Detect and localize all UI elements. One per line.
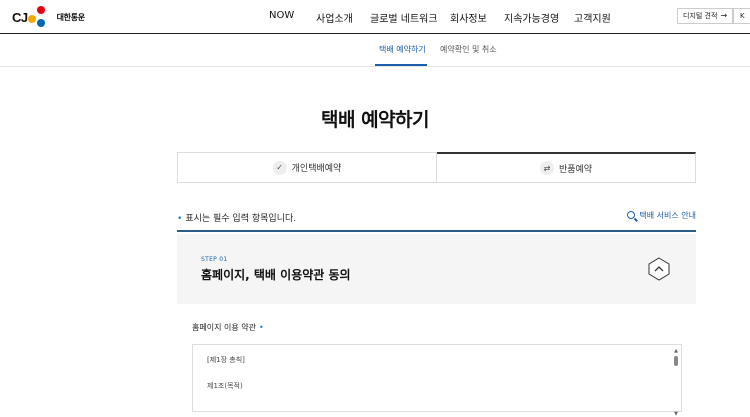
tab-parcel-reservation[interactable]: 택배 예약하기	[379, 44, 426, 55]
terms-label: 홈페이지 이용 약관 •	[192, 322, 264, 333]
nav-item-sustainability[interactable]: 지속가능경영	[504, 10, 559, 25]
nav-item-company[interactable]: 회사정보	[450, 10, 487, 25]
active-tab-indicator	[375, 64, 427, 66]
arrow-right-icon: →	[720, 11, 728, 20]
service-info-label: 택배 서비스 안내	[639, 211, 696, 220]
tab-return-reservation[interactable]: ⇄ 반품예약	[437, 152, 696, 183]
service-info-link[interactable]: 택배 서비스 안내	[627, 210, 696, 221]
nav-item-support[interactable]: 고객지원	[574, 10, 611, 25]
scroll-up-icon[interactable]: ▲	[673, 349, 679, 354]
required-star: •	[258, 323, 264, 332]
digital-quote-button[interactable]: 디지털 견적 →	[677, 8, 734, 24]
nav-item-global-network[interactable]: 글로벌 네트워크	[370, 10, 438, 25]
digital-quote-label: 디지털 견적	[683, 12, 718, 20]
page-title: 택배 예약하기	[321, 109, 430, 131]
logo-cj-text: CJ	[12, 9, 28, 25]
search-icon	[627, 211, 636, 219]
reservation-type-tabs: ✓ 개인택배예약 ⇄ 반품예약	[177, 152, 696, 183]
terms-scrollbar[interactable]: ▲ ▼	[673, 349, 679, 417]
tab-reservation-check[interactable]: 예약확인 및 취소	[440, 44, 497, 55]
tab-personal-parcel[interactable]: ✓ 개인택배예약	[177, 152, 437, 183]
check-icon: ✓	[272, 160, 287, 175]
required-notice: • 표시는 필수 입력 항목입니다.	[177, 211, 296, 224]
tab-return-reservation-label: 반품예약	[558, 164, 593, 175]
terms-textbox[interactable]: [제1장 총칙] 제1조(목적) ▲ ▼	[192, 344, 682, 417]
scrollbar-thumb[interactable]	[674, 356, 678, 366]
tab-personal-parcel-label: 개인택배예약	[291, 164, 342, 174]
step-title: 홈페이지, 택배 이용약관 동의	[201, 268, 351, 282]
language-button[interactable]: K	[733, 8, 750, 24]
site-header: CJ 대한통운 NOW 사업소개 글로벌 네트워크 회사정보 지속가능경영 고객…	[0, 0, 750, 34]
terms-line: [제1장 총칙]	[207, 356, 245, 364]
logo-company-name: 대한통운	[56, 12, 86, 22]
terms-label-text: 홈페이지 이용 약관	[192, 323, 256, 332]
cj-logo-icon	[27, 6, 54, 28]
collapse-toggle-button[interactable]	[647, 257, 671, 281]
sub-nav: 택배 예약하기 예약확인 및 취소	[0, 34, 750, 67]
required-star: •	[177, 214, 183, 224]
language-label: K	[740, 12, 745, 20]
step-number: STEP 01	[201, 256, 228, 263]
required-notice-row: • 표시는 필수 입력 항목입니다. 택배 서비스 안내	[177, 210, 696, 232]
nav-item-business[interactable]: 사업소개	[316, 10, 353, 25]
cj-logo[interactable]: CJ 대한통운	[10, 6, 85, 28]
required-notice-text: 표시는 필수 입력 항목입니다.	[185, 214, 297, 224]
return-icon: ⇄	[539, 161, 554, 175]
chevron-up-icon	[648, 257, 670, 281]
step-panel: STEP 01 홈페이지, 택배 이용약관 동의	[177, 234, 696, 304]
terms-line: 제1조(목적)	[207, 382, 243, 390]
nav-item-now[interactable]: NOW	[269, 10, 294, 21]
